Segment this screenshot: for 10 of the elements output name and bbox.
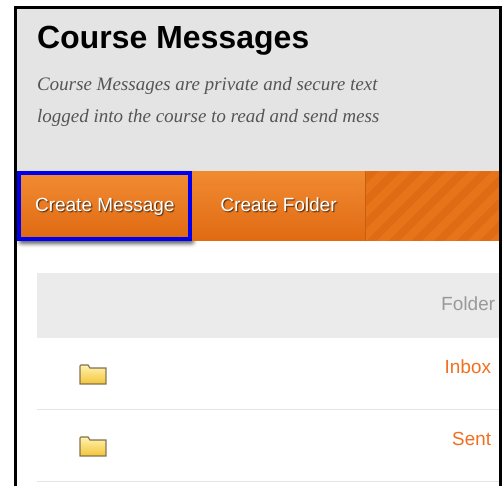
description-line: Course Messages are private and secure text xyxy=(37,73,379,97)
action-button[interactable]: Create Folder xyxy=(192,171,366,241)
column-header: Folder xyxy=(441,293,495,318)
folder-icon xyxy=(79,362,107,384)
page-title: Course Messages xyxy=(37,18,310,57)
folder-link[interactable]: Inbox xyxy=(444,354,491,383)
description-line: logged into the course to read and send mess xyxy=(37,105,380,129)
folder-icon xyxy=(79,434,107,456)
action-button[interactable]: Create Message xyxy=(17,171,192,241)
folder-link[interactable]: Sent xyxy=(452,426,491,455)
